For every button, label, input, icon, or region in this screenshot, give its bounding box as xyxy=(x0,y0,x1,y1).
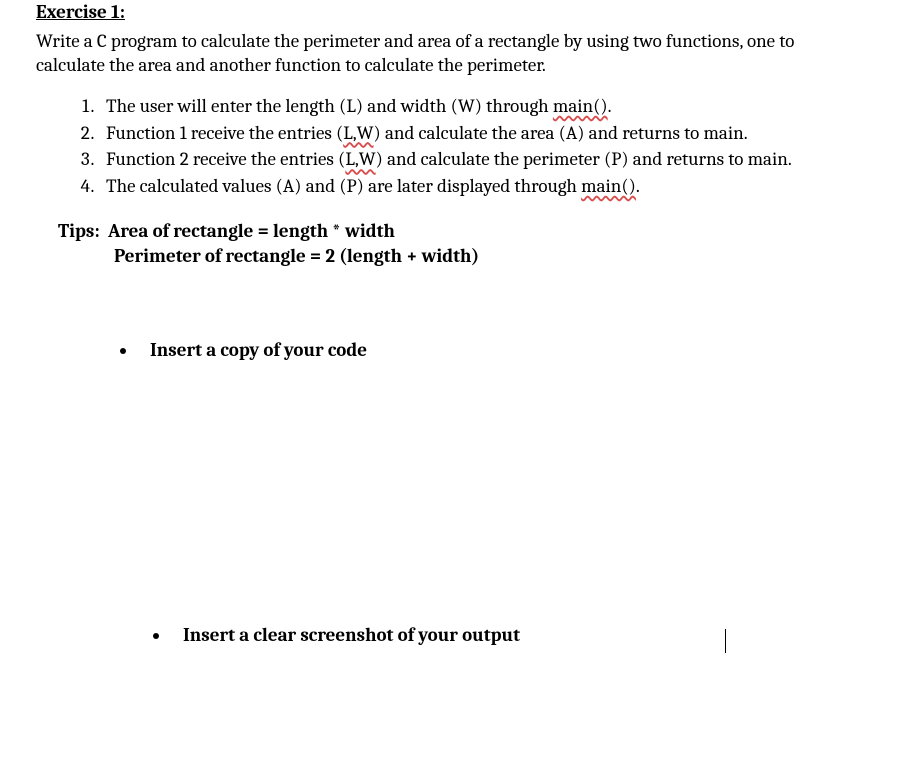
tips-line-1: Area of rectangle = length * width xyxy=(108,220,395,242)
step-1-suffix: . xyxy=(608,95,612,117)
steps-list: The user will enter the length (L) and w… xyxy=(98,94,864,199)
step-3-underline: L,W xyxy=(345,148,375,170)
intro-paragraph: Write a C program to calculate the perim… xyxy=(36,29,864,78)
text-cursor xyxy=(725,629,726,653)
bullet-output: Insert a clear screenshot of your output xyxy=(171,623,864,648)
bullet-code-list: Insert a copy of your code xyxy=(138,338,864,363)
step-3-prefix: Function 2 receive the entries ( xyxy=(106,148,345,170)
tips-label: Tips: xyxy=(58,220,100,242)
step-4-underline: main() xyxy=(581,175,636,197)
step-1-prefix: The user will enter the length (L) and w… xyxy=(106,95,553,117)
bullet-code: Insert a copy of your code xyxy=(138,338,864,363)
bullet-output-list: Insert a clear screenshot of your output xyxy=(171,623,864,648)
tips-line-2: Perimeter of rectangle = 2 (length + wid… xyxy=(114,244,864,269)
exercise-title: Exercise 1: xyxy=(36,0,864,25)
step-2-underline: L,W xyxy=(343,122,373,144)
step-1: The user will enter the length (L) and w… xyxy=(98,94,864,119)
step-1-underline: main() xyxy=(553,95,608,117)
step-4-prefix: The calculated values (A) and (P) are la… xyxy=(106,175,581,197)
step-2-prefix: Function 1 receive the entries ( xyxy=(106,122,343,144)
step-4-suffix: . xyxy=(636,175,640,197)
step-4: The calculated values (A) and (P) are la… xyxy=(98,174,864,199)
step-3: Function 2 receive the entries (L,W) and… xyxy=(98,147,864,172)
step-3-mid: ) and calculate the perimeter (P) and re… xyxy=(376,148,792,170)
step-2: Function 1 receive the entries (L,W) and… xyxy=(98,121,864,146)
tips-block: Tips: Area of rectangle = length * width… xyxy=(58,219,864,268)
step-2-mid: ) and calculate the area (A) and returns… xyxy=(374,122,748,144)
